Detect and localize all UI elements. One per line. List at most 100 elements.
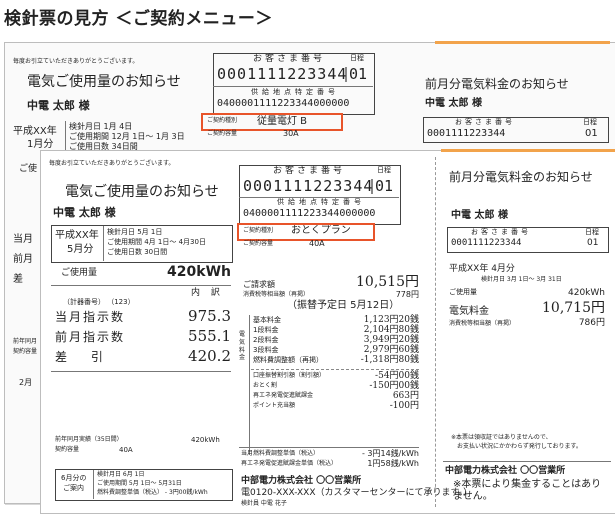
meter-date: 検針月日 5月 1日 [107,228,163,236]
right-customer-name: 中電 太郎 様 [425,98,482,109]
right-fee-label: 電気料金 [449,306,489,317]
charge-value: 3,949円20銭 [363,335,419,345]
charge-value: 2,104円80銭 [363,325,419,335]
period-era: 平成XX年 [13,126,57,137]
right-number-label: お客さま番号 [455,118,515,126]
day-label: 日程 [350,54,364,62]
discount-label: ポイント充当額 [253,402,296,409]
period-month: 1月分 [27,139,54,150]
next-era: 6月分の [61,474,87,482]
use-period: ご使用期間 12月 1日～ 1月 3日 [69,132,185,141]
notice-title: 電気ご使用量のお知らせ [27,74,181,90]
right-number: 0001111223344 [427,128,506,139]
supply-number: 0400001111223344000000 [217,98,350,109]
right-usage-label: ご使用量 [449,288,477,296]
right-title: 前月分電気料金のお知らせ [425,77,569,91]
use-days: ご使用日数 30日間 [107,248,168,256]
charge-value: 2,979円60銭 [363,345,419,355]
usage-label: ご使用量 [61,268,98,278]
next-use-period: ご使用期間 5月 1日～ 5月31日 [97,480,182,487]
left-fragment: 差 [13,274,23,285]
supply-label: 供給地点特定番号 [277,198,365,206]
period-era: 平成XX年 [55,230,99,241]
charge-value: 1,123円20銭 [363,315,419,325]
supply-label: 供給地点特定番号 [251,88,339,96]
right-title: 前月分電気料金のお知らせ [449,170,593,184]
period-month: 5月分 [67,244,94,255]
customer-name: 中電 太郎 様 [27,99,90,112]
discount-label: 口座振替割引額（割引額） [253,372,326,379]
charge-label: 基本料金 [253,316,281,324]
charge-label: 燃料費調整額（再掲） [253,356,323,364]
right-notice: ※本票により集金することはありません。 [453,479,602,502]
right-day-label: 日程 [583,118,597,126]
right-day: 01 [587,238,599,248]
customer-name: 中電 太郎 様 [53,206,116,219]
right-number-label: お客さま番号 [471,228,531,236]
day-label: 日程 [377,166,391,174]
left-fragment: ご使 [19,164,38,174]
last-year-label: 前年同月実績（35日間） [55,436,123,443]
left-fragment: 前月 [13,254,33,265]
charge-group: 電気料金 [239,331,246,362]
meter-number: （計器番号） （123） [63,298,135,306]
side-fragment: 契約容量 [13,348,38,355]
capacity-label: ご契約容量 [207,130,238,137]
company-phone: 電0120-XXX-XXX（カスタマーセンターにて承ります。） [241,488,473,498]
front-slip: 毎度お引立ていただきありがとうございます。 電気ご使用量のお知らせ 中電 太郎 … [40,149,615,514]
tax-value: 778円 [395,290,419,299]
bill-label: ご請求額 [243,280,275,289]
notice-title: 電気ご使用量のお知らせ [65,184,219,200]
right-usage-value: 420kWh [568,288,605,298]
bottom-fragment: 2月 [19,378,33,387]
orange-accent [435,41,610,44]
page-title: 検針票の見方 ＜ご契約メニュー＞ [4,9,273,29]
right-tax-value: 786円 [578,318,605,328]
supply-number: 0400001111223344000000 [243,208,376,219]
breakdown-label: 内 訳 [191,288,224,298]
right-tax-label: 消費税等相当額（再掲） [449,320,516,327]
reading-value: 555.1 [188,327,231,345]
reading-label: 当月指示数 [55,310,126,324]
capacity-label: ご契約容量 [243,240,274,247]
company-name: 中部電力株式会社 〇〇営業所 [241,476,362,486]
transfer-label: （振替予定日 5月12日） [287,300,400,311]
unit-fuel-label: 当月燃料費調整単価（税込） [241,450,320,457]
discount-value: 663円 [392,391,419,401]
reading-label: 前月指示数 [55,330,126,344]
right-number: 0001111223344 [451,238,522,248]
next-meter-date: 検針月日 6月 1日 [97,471,145,478]
last-year-value: 420kWh [191,436,220,444]
unit-fuel-value: - 3円14銭/kWh [361,449,419,458]
side-fragment: 前年同月 [13,338,38,345]
capacity-row-value: 40A [119,446,133,454]
bill-value: 10,515円 [356,274,419,290]
next-notice: ご案内 [63,484,84,492]
right-company: 中部電力株式会社 〇〇営業所 [445,466,566,476]
charge-value: -1,318円80銭 [360,355,419,365]
discount-label: おとく割 [253,382,277,389]
discount-value: -100円 [389,401,419,411]
right-era: 平成XX年 4月分 [449,264,515,274]
orange-accent [441,149,615,152]
charge-label: 1段料金 [253,326,279,334]
right-day: 01 [585,128,598,139]
greeting: 毎度お引立ていただきありがとうございます。 [49,160,175,167]
contract-highlight [201,113,343,131]
reading-value: 420.2 [188,347,231,365]
right-meter: 検針月日 3月 1日～ 3月 31日 [481,276,562,283]
right-customer-name: 中電 太郎 様 [451,210,508,221]
contract-highlight [237,223,375,241]
unit-renew-value: 1円58銭/kWh [367,459,419,468]
unit-renew-label: 再エネ発電促進賦課金単価（税込） [241,460,338,467]
right-note: お支払い状況にかかわらず発行しております。 [457,443,582,450]
customer-number-digits: 0001111223344 01 [217,65,368,83]
charge-label: 2段料金 [253,336,279,344]
reading-value: 975.3 [188,307,231,325]
greeting: 毎度お引立ていただきありがとうございます。 [13,58,139,65]
customer-number-label: お客さま番号 [253,54,326,64]
use-period: ご使用期間 4月 1日～ 4月30日 [107,238,206,246]
discount-value: -54円00銭 [375,371,419,381]
charge-label: 3段料金 [253,346,279,354]
customer-number-label: お客さま番号 [273,166,346,176]
